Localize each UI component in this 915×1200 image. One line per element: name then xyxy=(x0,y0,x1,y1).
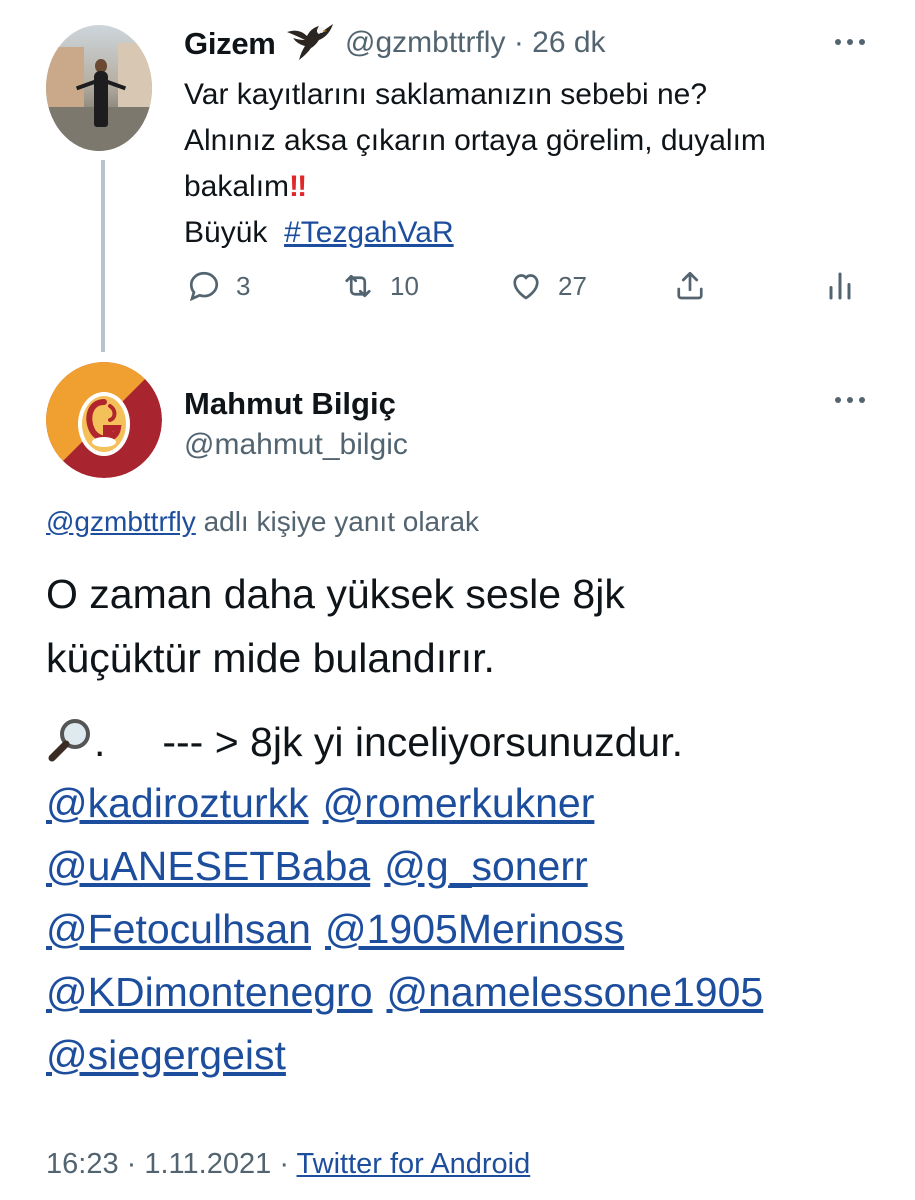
share-button[interactable] xyxy=(672,264,708,308)
analytics-icon xyxy=(829,272,851,300)
separator: · xyxy=(513,26,524,59)
parent-text-line: Büyük #TezgahVaR xyxy=(184,216,454,249)
mention-link[interactable]: @namelessone1905 xyxy=(387,969,764,1015)
reply-to-suffix: adlı kişiye yanıt olarak xyxy=(203,506,480,537)
mention-list: @kadirozturkk @romerkukner @uANESETBaba @g… xyxy=(46,772,896,1087)
author-handle[interactable]: @mahmut_bilgic xyxy=(184,428,408,462)
parent-text-line: bakalım‼ xyxy=(184,170,307,203)
mention-link[interactable]: @kadirozturkk xyxy=(46,780,309,826)
mention-link[interactable]: @siegergeist xyxy=(46,1032,286,1078)
separator: · xyxy=(279,1148,289,1180)
tweet-text-line: O zaman daha yüksek sesle 8jk xyxy=(46,571,625,617)
mention-link[interactable]: @Fetoculhsan xyxy=(46,906,311,952)
like-button[interactable]: 27 xyxy=(508,264,587,308)
avatar-mahmut[interactable] xyxy=(46,362,162,478)
reply-icon xyxy=(189,271,219,302)
parent-text-line: Var kayıtlarını saklamanızın sebebi ne? xyxy=(184,78,708,111)
tweet-source-link[interactable]: Twitter for Android xyxy=(297,1148,531,1180)
tweet-text: O zaman daha yüksek sesle 8jk küçüktür m… xyxy=(46,562,886,774)
mention-link[interactable]: @1905Merinoss xyxy=(325,906,624,952)
mention-link[interactable]: @g_sonerr xyxy=(384,843,587,889)
reply-to-handle-link[interactable]: @gzmbttrfly xyxy=(46,506,196,537)
tweet-text-line: küçüktür mide bulandırır. xyxy=(46,635,495,681)
mention-link[interactable]: @uANESETBaba xyxy=(46,843,370,889)
tweet-text-line: . --- > 8jk yi inceliyorsunuzdur. xyxy=(46,710,886,774)
tweet-date: 1.11.2021 xyxy=(144,1148,272,1180)
author-display-name[interactable]: Mahmut Bilgiç xyxy=(184,386,396,422)
more-options-icon[interactable] xyxy=(832,30,868,54)
analytics-button[interactable] xyxy=(822,264,858,308)
parent-handle-time: @gzmbttrfly · 26 dk xyxy=(345,26,606,60)
separator: · xyxy=(126,1148,137,1180)
share-icon xyxy=(677,271,703,300)
retweet-count: 10 xyxy=(390,270,419,301)
heart-icon xyxy=(513,274,539,300)
parent-action-bar: 3 10 27 xyxy=(0,264,915,308)
retweet-icon xyxy=(345,274,371,298)
more-options-icon[interactable] xyxy=(832,388,868,412)
reply-button[interactable]: 3 xyxy=(186,264,250,308)
mention-link[interactable]: @KDimontenegro xyxy=(46,969,373,1015)
hashtag-link[interactable]: #TezgahVaR xyxy=(284,216,454,249)
like-count: 27 xyxy=(558,270,587,301)
eagle-icon xyxy=(287,24,333,60)
avatar-gizem[interactable] xyxy=(46,25,152,151)
mention-link[interactable]: @romerkukner xyxy=(323,780,595,826)
tweet-time: 16:23 xyxy=(46,1148,119,1180)
parent-text-line: Alnınız aksa çıkarın ortaya görelim, duy… xyxy=(184,124,766,157)
tweet-metadata: 16:23 · 1.11.2021 · Twitter for Android xyxy=(46,1148,530,1181)
parent-time[interactable]: 26 dk xyxy=(532,26,605,59)
parent-tweet-text: Var kayıtlarını saklamanızın sebebi ne? … xyxy=(184,72,884,256)
retweet-button[interactable]: 10 xyxy=(340,264,419,308)
parent-handle[interactable]: @gzmbttrfly xyxy=(345,26,505,59)
reply-count: 3 xyxy=(236,270,251,301)
double-exclamation-icon: ‼ xyxy=(289,170,307,203)
thread-connector xyxy=(101,160,105,352)
magnifying-glass-icon xyxy=(48,719,90,762)
parent-display-name[interactable]: Gizem xyxy=(184,26,276,62)
replying-to: @gzmbttrfly adlı kişiye yanıt olarak xyxy=(46,506,479,538)
